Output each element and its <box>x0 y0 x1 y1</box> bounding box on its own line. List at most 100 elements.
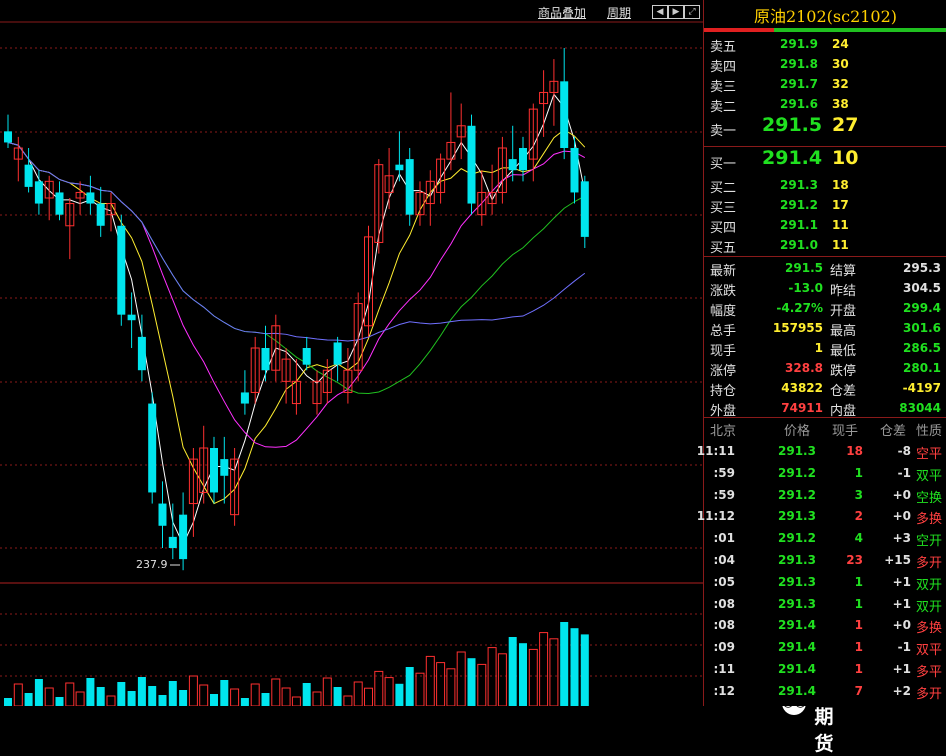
volume-bar <box>570 628 579 706</box>
volume-bar <box>250 683 260 706</box>
tick-nature: 双平 <box>916 468 943 484</box>
asks-row: 卖五 291.9 24 <box>704 34 946 55</box>
volume-bar <box>137 677 146 706</box>
tick-price: 291.2 <box>778 465 816 480</box>
book-volume: 24 <box>832 37 849 51</box>
tick-header-0: 北京 <box>710 424 737 439</box>
contract-title: 原油2102(sc2102) <box>753 7 898 26</box>
candle-body <box>86 192 95 204</box>
candle <box>405 148 414 226</box>
stats-divider <box>704 256 946 257</box>
bid-ratio-bar <box>774 28 946 32</box>
candle-body <box>55 192 64 215</box>
volume-bar <box>446 668 456 706</box>
tick-volume: 1 <box>854 574 863 589</box>
candle <box>467 114 476 215</box>
candle <box>179 492 188 571</box>
volume-bar <box>539 632 549 706</box>
tick-row[interactable]: :59 291.2 1 -1 双平 <box>704 464 946 484</box>
volume-bar <box>86 678 95 706</box>
tick-header-3: 仓差 <box>880 424 907 439</box>
tick-nature: 多平 <box>916 665 943 680</box>
ask-ratio-bar <box>704 28 774 32</box>
stat-label: 跌停 <box>830 364 857 379</box>
candle <box>220 436 229 504</box>
stat-value: 328.8 <box>785 361 823 375</box>
tick-row[interactable]: 11:12 291.3 2 +0 多换 <box>697 507 946 527</box>
tick-row[interactable]: :59 291.2 3 +0 空换 <box>704 486 946 506</box>
volume-bar <box>549 638 559 706</box>
candle <box>261 325 270 382</box>
stat-label: 持仓 <box>710 384 737 399</box>
low-price-label: 237.9 <box>136 558 168 571</box>
tick-time: :01 <box>713 531 736 546</box>
tick-time: :12 <box>713 683 736 698</box>
stat-value: 295.3 <box>903 261 941 275</box>
volume-bar <box>210 694 218 706</box>
book-label: 卖一 <box>710 124 737 139</box>
tick-volume: 1 <box>854 640 863 655</box>
candle-body <box>570 148 579 193</box>
tick-price: 291.4 <box>778 662 816 676</box>
volume-bar <box>168 681 177 706</box>
candle <box>549 59 559 126</box>
tick-oi-change: +3 <box>892 531 911 546</box>
candle-body <box>148 403 157 493</box>
tick-row[interactable]: :04 291.3 23 +15 多开 <box>704 551 946 571</box>
candle <box>250 336 260 404</box>
tick-row[interactable]: :12 291.4 7 +2 多开 <box>704 682 946 702</box>
book-price: 291.3 <box>780 178 818 192</box>
book-price: 291.9 <box>780 37 818 51</box>
stat-label: 最新 <box>710 264 737 279</box>
volume-bar <box>291 696 301 706</box>
tick-row[interactable]: :11 291.4 1 +1 多平 <box>704 660 946 680</box>
tick-oi-change: +1 <box>892 574 911 589</box>
candle <box>106 192 116 232</box>
volume-bar <box>261 693 270 706</box>
asks-row: 卖三 291.7 32 <box>704 74 946 95</box>
bids-row: 买二 291.3 18 <box>704 175 946 196</box>
bids-row: 买一 291.4 10 <box>704 147 946 175</box>
candle <box>560 48 569 160</box>
candle <box>230 448 240 526</box>
candle <box>148 392 157 504</box>
tick-row[interactable]: :05 291.3 1 +1 双开 <box>704 573 946 593</box>
stat-value: 83044 <box>899 401 941 415</box>
volume-bar <box>467 658 476 706</box>
kline-chart-area[interactable]: 商品叠加 周期 ◀ ▶ ⤢ 237.9 ◔◔ 星空期货 <box>0 0 833 755</box>
candle-body <box>168 536 177 548</box>
candle-body <box>96 203 105 226</box>
tick-row[interactable]: :01 291.2 4 +3 空开 <box>704 529 946 549</box>
book-price: 291.0 <box>780 238 818 252</box>
book-label: 卖五 <box>710 40 737 55</box>
tick-nature: 多换 <box>916 621 943 637</box>
candle <box>210 436 218 504</box>
volume-bar <box>528 648 538 706</box>
volume-bar <box>117 682 126 706</box>
tick-row[interactable]: :08 291.4 1 +0 多换 <box>704 616 946 636</box>
candle <box>240 370 249 415</box>
volume-bar <box>353 681 363 706</box>
candle <box>539 70 549 137</box>
volume-bar <box>44 687 54 706</box>
volume-bar <box>148 686 157 706</box>
tick-row[interactable]: 11:11 291.3 18 -8 空平 <box>697 442 946 462</box>
candle <box>86 175 95 215</box>
volume-bar <box>240 698 249 706</box>
tick-oi-change: -1 <box>897 640 911 655</box>
volume-bar <box>302 683 311 706</box>
volume-bar <box>477 663 487 706</box>
book-volume: 11 <box>832 218 849 232</box>
tick-time: :04 <box>713 553 736 567</box>
tick-time: :59 <box>713 487 736 502</box>
tick-row[interactable]: :08 291.3 1 +1 双开 <box>704 595 946 615</box>
stats-row: 涨跌 -13.0 昨结 304.5 <box>704 278 946 299</box>
tick-volume: 1 <box>854 618 863 633</box>
tick-row[interactable]: :09 291.4 1 -1 双平 <box>704 638 946 658</box>
candle-body <box>240 392 249 404</box>
volume-bar <box>127 691 136 706</box>
tick-oi-change: -1 <box>897 465 911 480</box>
stat-label: 幅度 <box>710 304 737 319</box>
stat-label: 仓差 <box>830 384 857 399</box>
tick-oi-change: +15 <box>884 553 911 567</box>
